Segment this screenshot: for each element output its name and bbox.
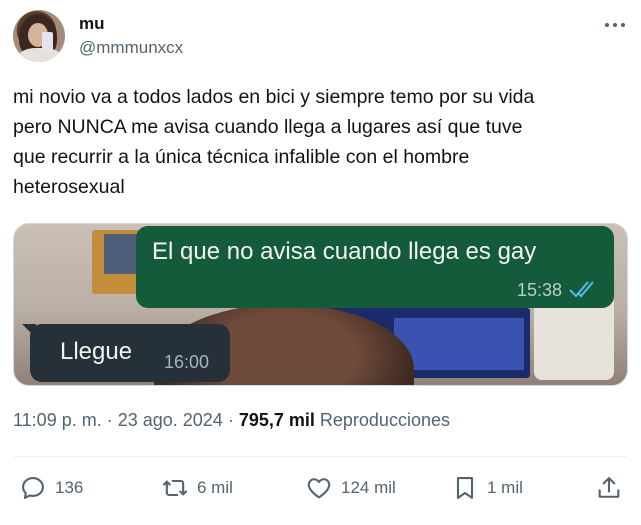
more-dots-icon [605,23,609,27]
incoming-message-time: 16:00 [164,352,210,372]
share-button[interactable] [595,470,623,506]
like-button[interactable]: 124 mil [305,470,396,506]
views-count: 795,7 mil [238,410,315,430]
outgoing-message-text: El que no avisa cuando llega es gay [152,238,537,265]
divider [13,456,628,457]
tweet-header: mu @mmmunxcx [13,10,628,64]
tweet-time[interactable]: 11:09 p. m. [13,410,102,430]
avatar[interactable] [13,10,65,62]
like-icon [307,478,331,499]
retweet-icon [162,479,188,497]
double-check-icon [569,281,594,298]
retweet-button[interactable]: 6 mil [161,470,233,506]
bookmark-count: 1 mil [487,478,523,497]
tweet-media-image[interactable]: El que no avisa cuando llega es gay 15:3… [13,223,628,386]
tweet-actions-bar: 136 6 mil 124 mil 1 mil [13,470,628,506]
like-count: 124 mil [341,478,396,497]
reply-button[interactable]: 136 [19,470,83,506]
author-handle[interactable]: @mmmunxcx [79,38,183,58]
outgoing-message-bubble: El que no avisa cuando llega es gay 15:3… [136,226,614,308]
incoming-message-bubble: Llegue 16:00 [22,324,230,382]
reply-count: 136 [55,478,84,497]
outgoing-message-time: 15:38 [516,280,562,300]
retweet-count: 6 mil [197,478,233,497]
author-display-name[interactable]: mu [79,14,105,34]
bookmark-button[interactable]: 1 mil [451,470,523,506]
bookmark-icon [456,477,474,499]
reply-icon [22,477,44,499]
more-options-button[interactable] [602,16,628,34]
tweet-meta: 11:09 p. m. · 23 ago. 2024 · 795,7 mil R… [13,410,450,430]
tweet-date[interactable]: 23 ago. 2024 [118,410,223,430]
incoming-message-text: Llegue [60,338,133,365]
views-label: Reproducciones [314,410,450,430]
share-icon [598,477,620,498]
tweet-text: mi novio va a todos lados en bici y siem… [13,86,535,198]
